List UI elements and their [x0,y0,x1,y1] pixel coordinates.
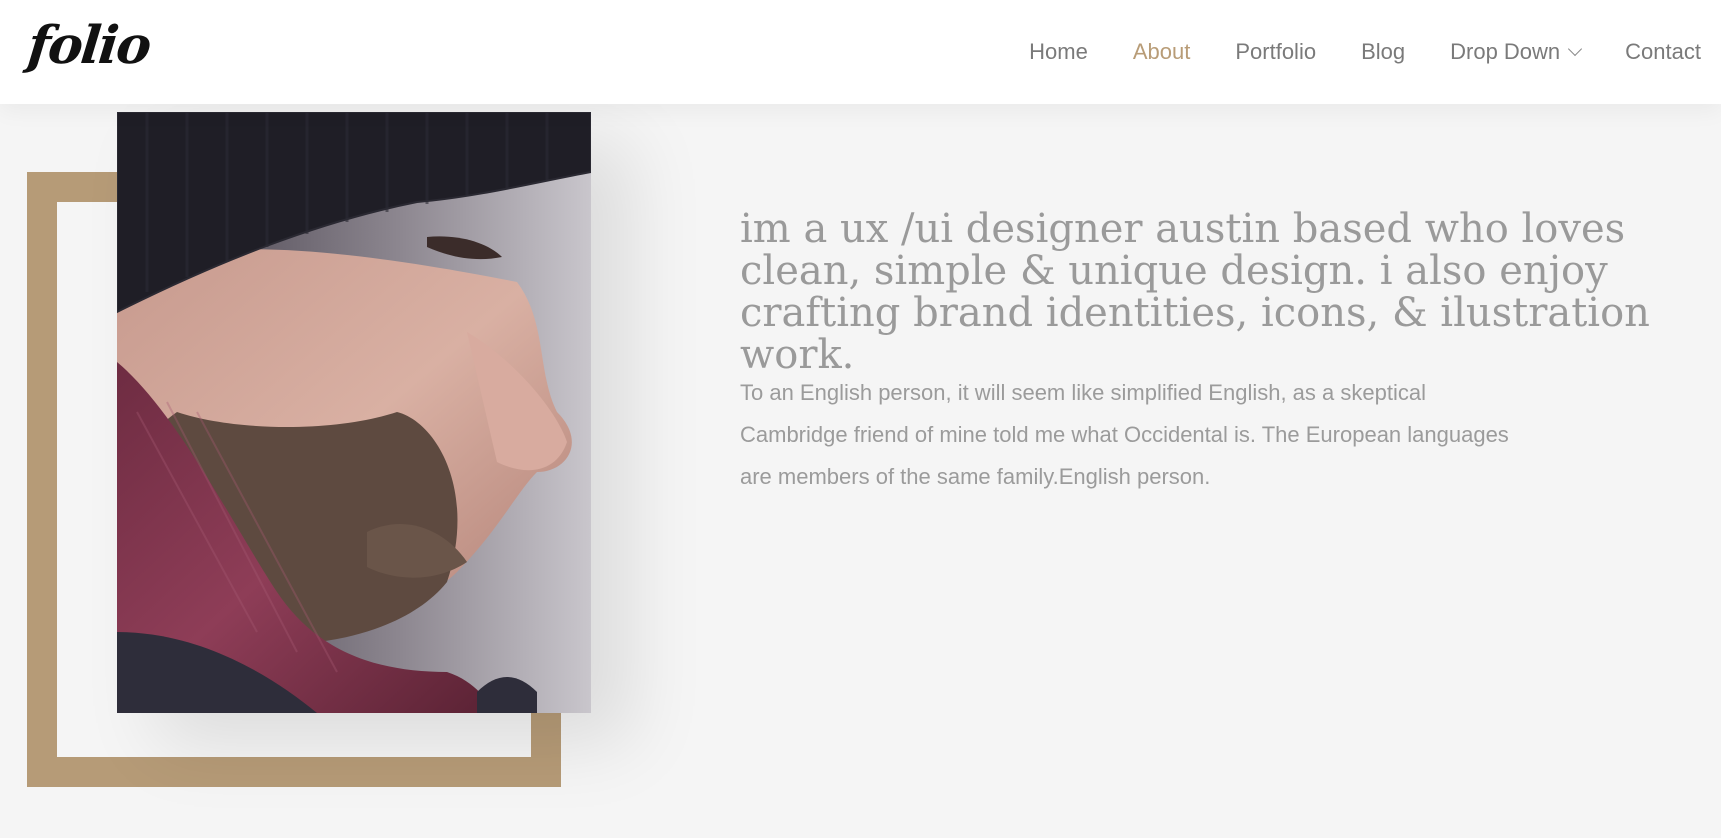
about-headline: im a ux /ui designer austin based who lo… [740,206,1650,378]
nav-item-label: Home [1029,39,1088,64]
chevron-down-icon [1568,41,1583,57]
site-header: folio Home About Portfolio Blog Drop Dow… [0,0,1721,104]
nav-item-blog[interactable]: Blog [1361,39,1405,65]
portrait-photo [117,112,591,713]
nav-item-dropdown[interactable]: Drop Down [1450,39,1583,65]
nav-item-label: Drop Down [1450,39,1561,64]
nav-item-label: About [1132,39,1191,64]
portrait-illustration [117,112,591,713]
nav-item-label: Contact [1625,39,1701,64]
page: folio Home About Portfolio Blog Drop Dow… [0,0,1721,838]
nav-item-contact[interactable]: Contact [1625,39,1701,65]
nav-item-portfolio[interactable]: Portfolio [1235,39,1316,65]
about-body: To an English person, it will seem like … [740,380,1509,489]
logo[interactable]: folio [25,15,153,76]
main-nav: Home About Portfolio Blog Drop Down Cont… [1029,0,1701,104]
nav-item-label: Blog [1361,39,1406,64]
nav-item-label: Portfolio [1235,39,1317,64]
nav-item-home[interactable]: Home [1029,39,1088,65]
nav-item-about[interactable]: About [1133,39,1191,65]
